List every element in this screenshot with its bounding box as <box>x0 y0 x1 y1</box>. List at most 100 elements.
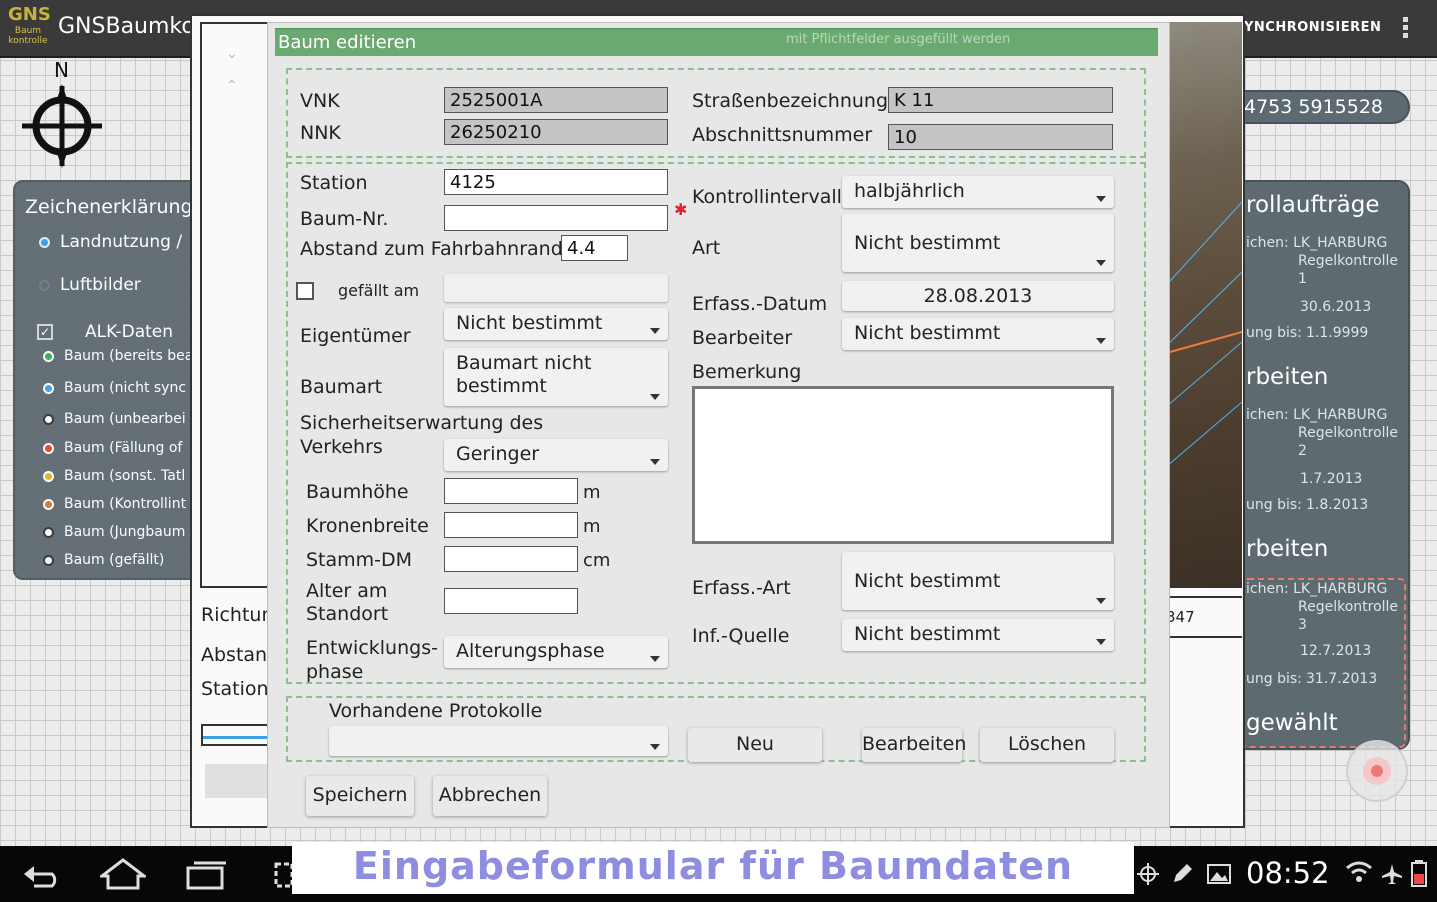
recent-apps-icon[interactable] <box>184 858 230 890</box>
order-1-district: ichen: LK_HARBURG <box>1246 235 1388 251</box>
owner-spinner[interactable]: Nicht bestimmt <box>444 308 668 340</box>
compass-icon <box>22 84 102 168</box>
felled-label: gefällt am <box>338 281 420 300</box>
logo-text: GNS <box>8 4 51 25</box>
legend-alk-toggle[interactable]: ✓ ALK-Daten <box>37 322 173 342</box>
required-fields-hint: mit Pflichtfelder ausgefüllt werden <box>786 32 1011 47</box>
tree-number-label: Baum-Nr. <box>300 208 389 230</box>
location-fab-button[interactable] <box>1346 740 1408 802</box>
capture-date-picker[interactable]: 28.08.2013 <box>842 281 1114 311</box>
legend-title: Zeichenerklärung <box>25 196 193 218</box>
felled-date-picker[interactable] <box>444 274 668 302</box>
development-spinner[interactable]: Alterungsphase <box>444 636 668 668</box>
legend-layer-landuse[interactable]: Landnutzung / <box>39 232 182 252</box>
sync-button[interactable]: YNCHRONISIEREN <box>1244 20 1381 35</box>
crown-label: Kronenbreite <box>306 515 429 537</box>
chevron-down-icon <box>650 328 660 334</box>
felled-checkbox[interactable] <box>296 282 314 300</box>
capture-type-spinner[interactable]: Nicht bestimmt <box>842 552 1114 610</box>
tree-marker-icon <box>43 413 54 425</box>
age-input[interactable] <box>444 588 578 614</box>
frame-divider <box>1160 636 1242 638</box>
back-icon[interactable] <box>20 858 62 890</box>
order-3-from: 12.7.2013 <box>1300 643 1372 659</box>
cancel-button[interactable]: Abbrechen <box>433 776 547 816</box>
chevron-down-icon <box>1096 598 1106 604</box>
crown-unit: m <box>583 516 601 537</box>
protocols-spinner[interactable] <box>329 726 668 756</box>
trunk-label: Stamm-DM <box>306 549 413 571</box>
station-input[interactable]: 4125 <box>444 169 668 195</box>
tree-marker-icon <box>43 382 54 394</box>
editor-spinner[interactable]: Nicht bestimmt <box>842 318 1114 350</box>
tree-marker-icon <box>43 498 54 510</box>
frame-button[interactable] <box>205 764 267 798</box>
app-title: GNSBaumko <box>58 14 195 39</box>
trunk-input[interactable] <box>444 546 578 572</box>
type-value: Nicht bestimmt <box>854 232 1001 254</box>
legend-item: Baum (Jungbaum <box>43 524 185 540</box>
distance-label: Abstand zum Fahrbahnrand <box>300 238 563 260</box>
frame-right-value: 347 <box>1166 608 1195 626</box>
order-3-selected-button[interactable]: gewählt <box>1246 710 1338 736</box>
battery-icon <box>1411 860 1427 887</box>
order-3-number: 3 <box>1298 617 1307 633</box>
safety-label-line1: Sicherheitserwartung des <box>300 412 544 434</box>
type-label: Art <box>692 237 721 259</box>
safety-spinner[interactable]: Geringer <box>444 439 668 471</box>
airplane-mode-icon <box>1382 864 1402 884</box>
order-3-district: ichen: LK_HARBURG <box>1246 581 1388 597</box>
dialog-title: Baum editieren <box>278 32 417 53</box>
interval-spinner[interactable]: halbjährlich <box>842 176 1114 208</box>
chevron-down-icon <box>650 744 660 750</box>
interval-value: halbjährlich <box>854 180 965 202</box>
chevron-down-icon <box>650 656 660 662</box>
legend-layer-aerial[interactable]: Luftbilder <box>39 275 141 295</box>
type-spinner[interactable]: Nicht bestimmt <box>842 214 1114 272</box>
save-button[interactable]: Speichern <box>306 776 414 816</box>
new-protocol-button[interactable]: Neu <box>688 728 822 762</box>
height-input[interactable] <box>444 478 578 504</box>
caption-banner: Eingabeformular für Baumdaten <box>292 842 1134 894</box>
chevron-down-icon <box>1096 260 1106 266</box>
species-spinner[interactable]: Baumart nicht bestimmt <box>444 348 668 406</box>
distance-input[interactable]: 4.4 <box>561 235 628 261</box>
edit-protocol-button[interactable]: Bearbeiten <box>862 728 966 762</box>
safety-label-line2: Verkehrs <box>300 436 383 458</box>
height-unit: m <box>583 482 601 503</box>
home-icon[interactable] <box>100 858 146 890</box>
capture-date-value: 28.08.2013 <box>923 285 1033 307</box>
frame-divider <box>1160 596 1242 598</box>
info-source-spinner[interactable]: Nicht bestimmt <box>842 619 1114 651</box>
screenshot-icon[interactable] <box>272 858 292 890</box>
legend-item: Baum (gefällt) <box>43 552 164 568</box>
crown-input[interactable] <box>444 512 578 538</box>
checkbox-icon[interactable]: ✓ <box>37 324 53 340</box>
status-clock: 08:52 <box>1246 856 1330 890</box>
editor-label: Bearbeiter <box>692 327 793 349</box>
scroll-up-icon[interactable]: ⌃ <box>226 78 238 94</box>
age-label-line1: Alter am <box>306 580 388 602</box>
safety-value: Geringer <box>456 443 540 465</box>
nnk-field: 26250210 <box>444 119 668 145</box>
gps-icon <box>1137 863 1159 885</box>
order-2-edit-button[interactable]: rbeiten <box>1246 536 1328 562</box>
legend-item-label: Baum (sonst. Tatl <box>64 468 186 484</box>
species-label: Baumart <box>300 376 383 398</box>
compass[interactable]: N <box>18 58 108 170</box>
order-1-type: Regelkontrolle <box>1298 253 1399 269</box>
coordinate-readout: 4753 5915528 <box>1230 90 1410 124</box>
info-source-label: Inf.-Quelle <box>692 625 790 647</box>
order-1-edit-button[interactable]: rbeiten <box>1246 364 1328 390</box>
radio-icon[interactable] <box>39 236 50 248</box>
scroll-down-icon[interactable]: ⌄ <box>226 46 238 62</box>
legend-item: Baum (unbearbei <box>43 411 186 427</box>
overflow-menu-icon[interactable] <box>1398 14 1412 44</box>
owner-label: Eigentümer <box>300 325 411 347</box>
frame-slider[interactable] <box>201 724 267 746</box>
street-field: K 11 <box>888 87 1113 113</box>
tree-number-input[interactable] <box>444 205 668 231</box>
remark-textarea[interactable] <box>692 386 1114 544</box>
delete-protocol-button[interactable]: Löschen <box>980 728 1114 762</box>
radio-icon[interactable] <box>39 279 50 291</box>
